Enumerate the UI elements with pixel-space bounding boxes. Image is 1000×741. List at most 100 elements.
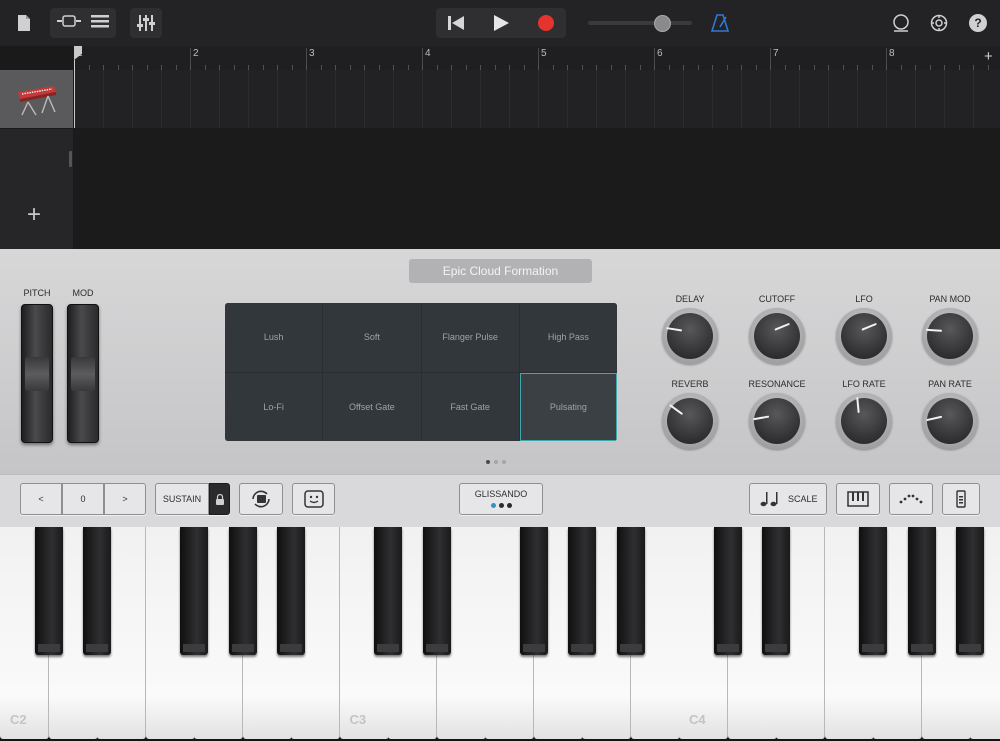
track-view-icon[interactable] (57, 14, 81, 32)
lfo-knob[interactable] (836, 308, 892, 364)
grid-line (857, 70, 858, 128)
tracks-empty-area[interactable] (74, 129, 1000, 249)
lfo-rate-knob[interactable] (836, 393, 892, 449)
cutoff-knob[interactable] (749, 308, 805, 364)
record-icon[interactable] (532, 8, 560, 38)
grid-line (741, 70, 742, 128)
black-key-f-sharp3[interactable] (519, 527, 548, 655)
pitch-wheel[interactable] (21, 304, 53, 443)
octave-down-button[interactable]: < (20, 483, 62, 515)
grid-line (480, 70, 481, 128)
black-key-f-sharp4[interactable] (859, 527, 887, 655)
list-view-icon[interactable] (91, 14, 109, 33)
grid-line (277, 70, 278, 128)
track-header-keyboard[interactable] (0, 70, 73, 128)
music-notes-icon (760, 492, 778, 507)
knob-cap (927, 313, 973, 359)
black-key-c-sharp3[interactable] (374, 527, 402, 655)
pad-high-pass[interactable]: High Pass (519, 303, 617, 372)
black-key-g-sharp2[interactable] (228, 527, 257, 655)
pad-lo-fi[interactable]: Lo-Fi (225, 372, 323, 441)
delay-label: DELAY (675, 294, 705, 304)
bar-number: 3 (309, 48, 315, 59)
black-key-a-sharp2[interactable] (277, 527, 305, 655)
master-volume-slider[interactable] (588, 21, 692, 25)
track-region-lane[interactable] (74, 70, 1000, 128)
bar-number: 2 (193, 48, 199, 59)
sustain-button[interactable]: SUSTAIN (155, 483, 209, 515)
grid-line (161, 70, 162, 128)
add-track-button[interactable]: + (27, 201, 41, 229)
black-key-d-sharp4[interactable] (762, 527, 790, 655)
octave-label: C3 (349, 712, 367, 727)
lfo-rate-label: LFO RATE (842, 379, 886, 389)
track-headers-empty: + (0, 129, 73, 249)
scale-button[interactable]: SCALE (749, 483, 827, 515)
pad-offset-gate[interactable]: Offset Gate (323, 372, 421, 441)
glissando-label: GLISSANDO (474, 488, 528, 499)
black-key-f-sharp2[interactable] (180, 527, 208, 655)
piano-keyboard: C2 C3 C4 (0, 527, 1000, 741)
black-key-c-sharp2[interactable] (34, 527, 63, 655)
mod-wheel[interactable] (67, 304, 99, 443)
black-key-c-sharp4[interactable] (713, 527, 742, 655)
track-resize-handle[interactable] (69, 151, 72, 167)
pad-pulsating[interactable]: Pulsating (519, 372, 617, 441)
add-section-button[interactable]: + (984, 48, 993, 65)
help-button[interactable]: ? (967, 8, 989, 38)
chord-strips-button[interactable] (292, 483, 335, 515)
black-key-d-sharp3[interactable] (422, 527, 451, 655)
black-key-a-sharp3[interactable] (616, 527, 645, 655)
pad-soft[interactable]: Soft (323, 303, 421, 372)
resonance-knob[interactable] (749, 393, 805, 449)
arpeggio-pattern-button[interactable] (889, 483, 933, 515)
resonance-label: RESONANCE (748, 379, 806, 389)
delay-knob[interactable] (662, 308, 718, 364)
glissando-button[interactable]: GLISSANDO (459, 483, 543, 515)
master-volume-thumb[interactable] (654, 15, 671, 32)
grid-line (770, 70, 771, 128)
grid-line (915, 70, 916, 128)
velocity-button[interactable] (942, 483, 980, 515)
grid-line (509, 70, 510, 128)
pan-mod-label: PAN MOD (929, 294, 971, 304)
timeline-ruler[interactable]: 1 2 3 4 5 6 7 8 + (74, 46, 1000, 71)
grid-line (248, 70, 249, 128)
octave-up-button[interactable]: > (104, 483, 146, 515)
black-key-g-sharp3[interactable] (568, 527, 596, 655)
grid-line (190, 70, 191, 128)
grid-line (886, 70, 887, 128)
play-icon[interactable] (487, 8, 515, 38)
grid-line (973, 70, 974, 128)
arpeggio-dots-icon (899, 494, 923, 504)
patch-name-label[interactable]: Epic Cloud Formation (409, 259, 592, 283)
black-key-g-sharp4[interactable] (907, 527, 936, 655)
arpeggiator-icon (252, 490, 270, 508)
mixer-icon[interactable] (130, 8, 162, 38)
glissando-mode-dots (490, 502, 512, 508)
grid-line (944, 70, 945, 128)
knob-cap (841, 398, 887, 444)
black-key-d-sharp2[interactable] (83, 527, 111, 655)
keyboard-layout-button[interactable] (836, 483, 880, 515)
bar-number: 8 (889, 48, 895, 59)
arpeggiator-button[interactable] (239, 483, 283, 515)
loop-icon[interactable] (889, 8, 913, 38)
settings-icon[interactable] (927, 8, 951, 38)
rewind-icon[interactable] (442, 8, 470, 38)
metronome-icon[interactable] (708, 8, 732, 38)
pad-lush[interactable]: Lush (225, 303, 323, 372)
grid-line (596, 70, 597, 128)
document-icon[interactable] (12, 8, 36, 38)
black-key-a-sharp4[interactable] (956, 527, 984, 655)
page-indicator[interactable] (486, 460, 506, 464)
pan-mod-knob[interactable] (922, 308, 978, 364)
grid-line (306, 70, 307, 128)
reverb-knob[interactable] (662, 393, 718, 449)
pad-flanger-pulse[interactable]: Flanger Pulse (421, 303, 519, 372)
cutoff-label: CUTOFF (758, 294, 796, 304)
pan-rate-knob[interactable] (922, 393, 978, 449)
piano-keys-icon (847, 491, 869, 507)
pad-fast-gate[interactable]: Fast Gate (421, 372, 519, 441)
sustain-lock-icon[interactable] (209, 483, 230, 515)
